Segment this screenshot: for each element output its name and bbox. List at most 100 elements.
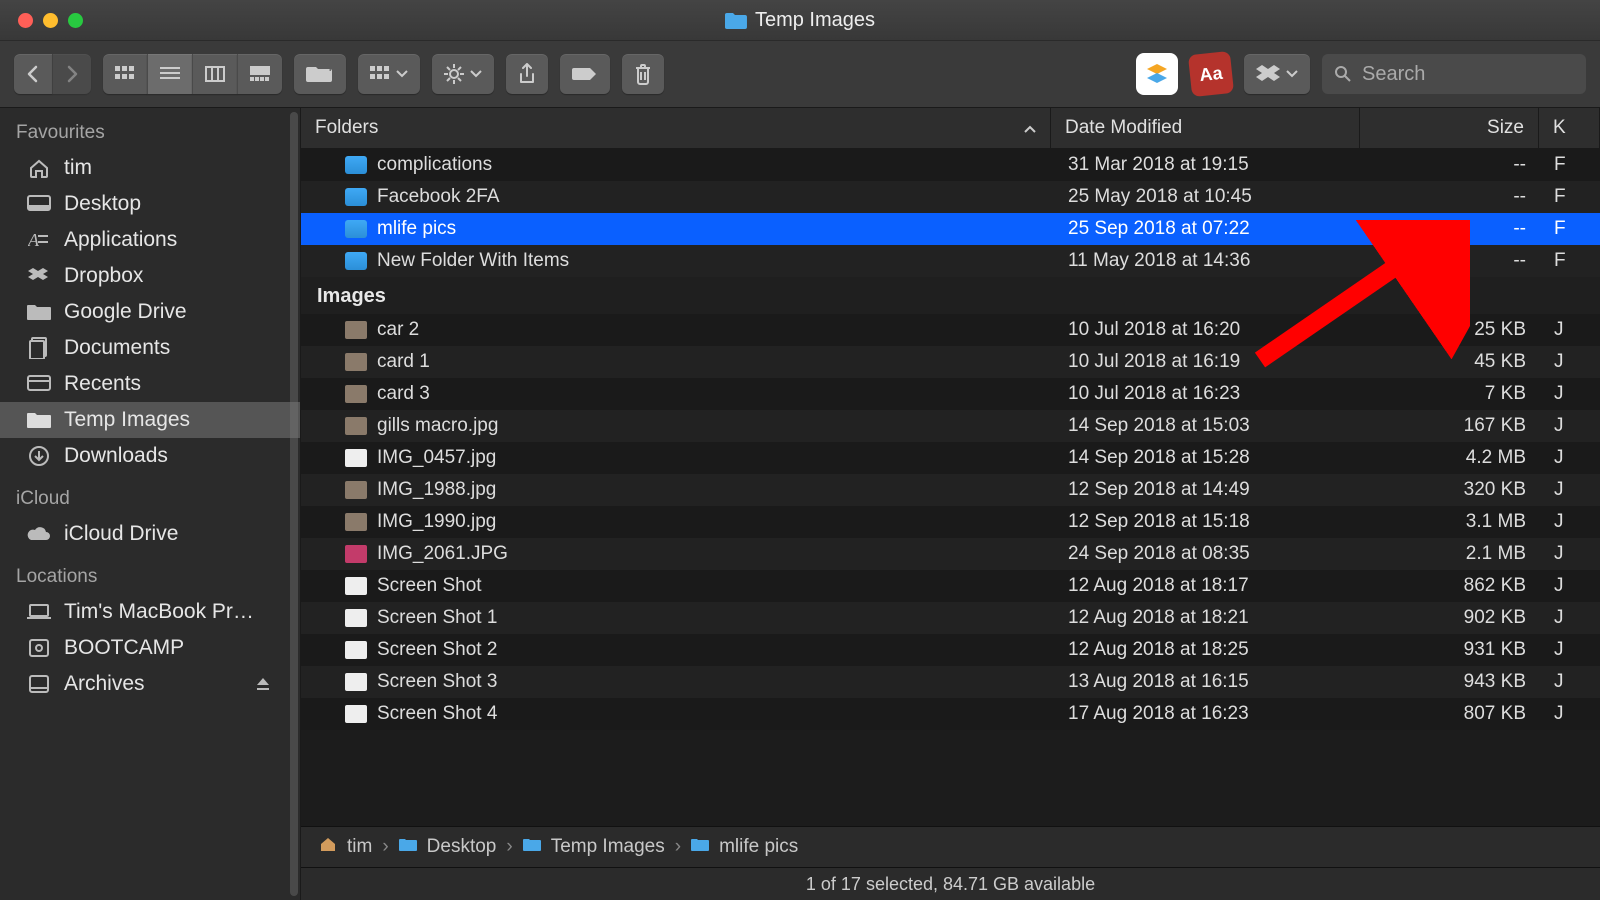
table-row[interactable]: complications 31 Mar 2018 at 19:15 -- F — [301, 149, 1600, 181]
trash-button[interactable] — [622, 54, 664, 94]
sidebar-item-label: Temp Images — [64, 408, 190, 432]
column-view-button[interactable] — [192, 54, 237, 94]
sidebar-item-label: tim — [64, 156, 92, 180]
close-button[interactable] — [18, 13, 33, 28]
chevron-right-icon: › — [675, 836, 681, 858]
laptop-icon — [26, 601, 52, 623]
image-thumb-icon — [345, 385, 367, 403]
file-list: Folders Date Modified Size K complicatio… — [301, 108, 1600, 900]
folder-icon — [345, 156, 367, 174]
minimize-button[interactable] — [43, 13, 58, 28]
sidebar-item-google-drive[interactable]: Google Drive — [0, 294, 300, 330]
desktop-icon — [26, 193, 52, 215]
sidebar-item-label: Recents — [64, 372, 141, 396]
window-title: Temp Images — [725, 9, 875, 32]
folder-icon — [523, 836, 541, 858]
path-segment[interactable]: Desktop — [427, 836, 497, 858]
column-header-date[interactable]: Date Modified — [1051, 108, 1360, 148]
path-segment[interactable]: mlife pics — [719, 836, 798, 858]
folder-icon — [345, 188, 367, 206]
sidebar-item-downloads[interactable]: Downloads — [0, 438, 300, 474]
sidebar-item-label: Archives — [64, 672, 145, 696]
image-thumb-icon — [345, 481, 367, 499]
action-button[interactable] — [432, 54, 494, 94]
path-segment[interactable]: Temp Images — [551, 836, 665, 858]
downloads-icon — [26, 445, 52, 467]
titlebar: Temp Images — [0, 0, 1600, 41]
eject-icon[interactable] — [256, 677, 270, 691]
svg-text:+: + — [327, 64, 333, 75]
table-row[interactable]: Facebook 2FA 25 May 2018 at 10:45 -- F — [301, 181, 1600, 213]
cloud-icon — [26, 523, 52, 545]
sidebar-section-favourites: Favourites — [0, 108, 300, 150]
search-input[interactable] — [1360, 62, 1574, 87]
view-buttons — [103, 54, 282, 94]
sidebar-item-temp-images[interactable]: Temp Images — [0, 402, 300, 438]
list-view-button[interactable] — [147, 54, 192, 94]
tags-button[interactable] — [560, 54, 610, 94]
sidebar-item-applications[interactable]: A Applications — [0, 222, 300, 258]
sidebar-section-locations: Locations — [0, 552, 300, 594]
dropbox-button[interactable] — [1244, 54, 1310, 94]
sidebar-item-desktop[interactable]: Desktop — [0, 186, 300, 222]
sidebar-item-documents[interactable]: Documents — [0, 330, 300, 366]
table-row[interactable]: Screen Shot 212 Aug 2018 at 18:25931 KBJ — [301, 634, 1600, 666]
folder-icon — [399, 836, 417, 858]
app-icon-dictionary[interactable]: Aa — [1188, 51, 1234, 97]
search-field[interactable] — [1322, 54, 1586, 94]
share-button[interactable] — [506, 54, 548, 94]
sidebar-item-archives[interactable]: Archives — [0, 666, 300, 702]
chevron-down-icon — [396, 70, 408, 78]
tag-icon — [572, 66, 598, 82]
table-row[interactable]: Screen Shot 313 Aug 2018 at 16:15943 KBJ — [301, 666, 1600, 698]
column-header-size[interactable]: Size — [1360, 108, 1539, 148]
table-row[interactable]: IMG_2061.JPG24 Sep 2018 at 08:352.1 MBJ — [301, 538, 1600, 570]
table-row[interactable]: car 210 Jul 2018 at 16:2025 KBJ — [301, 314, 1600, 346]
table-row[interactable]: IMG_1988.jpg12 Sep 2018 at 14:49320 KBJ — [301, 474, 1600, 506]
sidebar-item-dropbox[interactable]: Dropbox — [0, 258, 300, 294]
group-by-button[interactable] — [358, 54, 420, 94]
table-row[interactable]: Screen Shot12 Aug 2018 at 18:17862 KBJ — [301, 570, 1600, 602]
back-button[interactable] — [14, 54, 52, 94]
chevron-down-icon — [1286, 70, 1298, 78]
sidebar-item-home[interactable]: tim — [0, 150, 300, 186]
sidebar-item-icloud-drive[interactable]: iCloud Drive — [0, 516, 300, 552]
path-segment[interactable]: tim — [347, 836, 372, 858]
sidebar-item-label: Applications — [64, 228, 177, 252]
dropbox-icon — [1256, 64, 1280, 84]
table-row[interactable]: card 110 Jul 2018 at 16:1945 KBJ — [301, 346, 1600, 378]
sidebar-item-macbook[interactable]: Tim's MacBook Pr… — [0, 594, 300, 630]
app-icon-1[interactable] — [1136, 53, 1178, 95]
group-header-images: Images — [301, 277, 1600, 314]
sidebar-item-recents[interactable]: Recents — [0, 366, 300, 402]
folder-icon — [345, 252, 367, 270]
sidebar-item-bootcamp[interactable]: BOOTCAMP — [0, 630, 300, 666]
table-row[interactable]: IMG_1990.jpg12 Sep 2018 at 15:183.1 MBJ — [301, 506, 1600, 538]
table-row[interactable]: IMG_0457.jpg14 Sep 2018 at 15:284.2 MBJ — [301, 442, 1600, 474]
column-header-kind[interactable]: K — [1539, 108, 1600, 148]
sidebar-scrollbar[interactable] — [290, 112, 298, 896]
forward-button[interactable] — [52, 54, 91, 94]
column-header-name[interactable]: Folders — [301, 108, 1051, 148]
home-icon — [26, 157, 52, 179]
icon-view-button[interactable] — [103, 54, 147, 94]
disk-icon — [26, 637, 52, 659]
sidebar-item-label: Desktop — [64, 192, 141, 216]
table-row[interactable]: New Folder With Items 11 May 2018 at 14:… — [301, 245, 1600, 277]
zoom-button[interactable] — [68, 13, 83, 28]
gear-icon — [444, 64, 464, 84]
table-row[interactable]: gills macro.jpg14 Sep 2018 at 15:03167 K… — [301, 410, 1600, 442]
sidebar-item-label: Documents — [64, 336, 170, 360]
applications-icon: A — [26, 229, 52, 251]
sidebar-item-label: BOOTCAMP — [64, 636, 184, 660]
table-row[interactable]: mlife pics 25 Sep 2018 at 07:22 -- F — [301, 213, 1600, 245]
table-row[interactable]: Screen Shot 112 Aug 2018 at 18:21902 KBJ — [301, 602, 1600, 634]
gallery-view-button[interactable] — [237, 54, 282, 94]
group-images-rows: car 210 Jul 2018 at 16:2025 KBJ card 110… — [301, 314, 1600, 730]
table-row[interactable]: card 310 Jul 2018 at 16:237 KBJ — [301, 378, 1600, 410]
recents-icon — [26, 373, 52, 395]
table-row[interactable]: Screen Shot 417 Aug 2018 at 16:23807 KBJ — [301, 698, 1600, 730]
status-bar: 1 of 17 selected, 84.71 GB available — [301, 867, 1600, 900]
new-folder-button[interactable]: + — [294, 54, 346, 94]
chevron-right-icon: › — [382, 836, 388, 858]
